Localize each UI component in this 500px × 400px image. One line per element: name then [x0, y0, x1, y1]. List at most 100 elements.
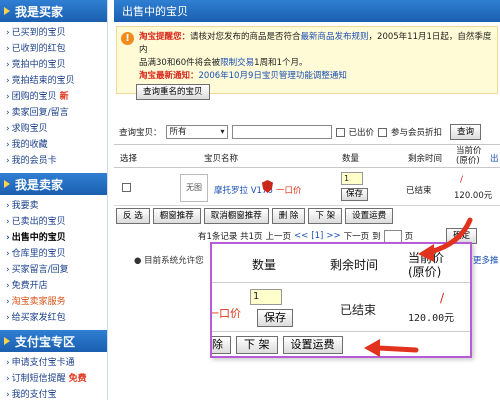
notice-text: 品满30和60件将会被 — [139, 58, 221, 68]
sidebar-item[interactable]: › 免费开店 — [6, 278, 107, 294]
category-select[interactable]: 所有 — [165, 125, 228, 139]
search-input[interactable] — [231, 125, 332, 139]
rules-link[interactable]: 最新商品发布规则 — [301, 32, 369, 42]
pager-summary: 有1条记录 共1页 — [198, 232, 263, 242]
sidebar-item-label: 竞拍结束的宝贝 — [11, 76, 75, 86]
zoom-save-button[interactable]: 保存 — [257, 309, 293, 327]
bullet-icon: › — [6, 374, 10, 384]
sidebar-item[interactable]: › 求购宝贝 — [6, 121, 107, 137]
sidebar-item[interactable]: › 仓库里的宝贝 — [6, 246, 107, 262]
sidebar-item-label: 已买到的宝贝 — [11, 28, 66, 38]
zoom-quantity-input[interactable]: 1 — [250, 289, 282, 305]
sidebar-item[interactable]: › 我的收藏 — [6, 137, 107, 153]
zoom-set-shipping-button[interactable]: 设置运费 — [282, 336, 343, 354]
query-duplicate-button[interactable]: 查询重名的宝贝 — [136, 84, 210, 100]
sidebar-item[interactable]: › 出售中的宝贝 — [6, 230, 107, 246]
sidebar-item-label: 给买家发红包 — [11, 313, 66, 323]
notice-text: 请核对您发布的商品是否符合 — [190, 32, 301, 42]
sidebar-item[interactable]: › 买家留言/回复 — [6, 262, 107, 278]
search-label: 查询宝贝： — [119, 128, 162, 138]
current-page[interactable]: [1] — [311, 231, 323, 241]
sidebar-list: › 我要卖 › 已卖出的宝贝 › 出售中的宝贝 › 仓库里的宝贝 › 买家留言/回复 › 免费开店 › 淘… — [0, 195, 107, 330]
notice-label: 淘宝提醒您： — [139, 32, 191, 42]
bullet-icon: › — [6, 44, 10, 54]
discount-label: 参与会员折扣 — [391, 128, 443, 138]
bid-checkbox[interactable] — [335, 127, 345, 137]
sidebar-section-title: 我是卖家 — [15, 177, 64, 192]
sidebar-item[interactable]: › 给买家发红包 — [6, 310, 107, 326]
sidebar-item[interactable]: › 我要卖 — [6, 198, 107, 214]
delete-button[interactable]: 删 除 — [271, 208, 306, 224]
col-price: 当前价(原价) — [456, 146, 482, 166]
sidebar-section-title: 我是买家 — [15, 4, 64, 19]
bullet-icon: › — [6, 297, 10, 307]
delist-button[interactable]: 下 架 — [308, 208, 343, 224]
sidebar-item[interactable]: › 申请支付宝卡通 — [6, 355, 107, 371]
notice-label: 淘宝最新通知： — [139, 71, 199, 81]
sidebar-item-label: 订制短信提醒 — [11, 374, 66, 384]
prev-page[interactable]: 上一页 — [266, 230, 292, 242]
notice-text: 1周和1个月。 — [254, 58, 308, 68]
showcase-button[interactable]: 橱窗推荐 — [152, 208, 201, 224]
sidebar-item[interactable]: › 已买到的宝贝 — [6, 25, 107, 41]
page-title: 出售中的宝贝 — [114, 0, 500, 22]
sidebar-section-header[interactable]: 我是卖家 — [0, 173, 107, 195]
bullet-icon: › — [6, 140, 10, 150]
sidebar-section-title: 支付宝专区 — [15, 334, 76, 349]
sidebar-item-label: 买家留言/回复 — [11, 265, 69, 275]
bullet-icon: › — [6, 92, 10, 102]
quantity-input[interactable]: 1 — [341, 172, 363, 185]
zoom-row: 一口价 1 保存 已结束 / 120.00元 — [212, 282, 470, 332]
price-value: 120.00元 — [454, 191, 493, 201]
bullet-icon: › — [6, 265, 10, 275]
bullet-icon: › — [6, 60, 10, 70]
cancel-showcase-button[interactable]: 取消橱窗推荐 — [203, 208, 269, 224]
row-checkbox[interactable] — [122, 183, 131, 192]
page-input[interactable] — [383, 229, 402, 243]
sidebar-item[interactable]: › 淘宝卖家服务 — [6, 294, 107, 310]
bullet-icon: › — [6, 76, 10, 86]
query-button[interactable]: 查询 — [450, 124, 482, 140]
restrict-link[interactable]: 限制交易 — [220, 58, 254, 68]
discount-checkbox[interactable] — [378, 127, 388, 137]
fixed-price-label: 一口价 — [276, 186, 302, 196]
bullet-icon: › — [6, 201, 10, 211]
action-toolbar: 反 选 橱窗推荐 取消橱窗推荐 删 除 下 架 设置运费 — [116, 208, 394, 224]
col-remaining: 剩余时间 — [408, 154, 443, 164]
bullet-icon: › — [6, 124, 10, 134]
warning-icon: ! — [121, 32, 134, 45]
sidebar-item-label: 卖家回复/留言 — [11, 108, 69, 118]
next-page[interactable]: 下一页 — [344, 230, 370, 242]
sidebar-item[interactable]: › 竞拍结束的宝贝 — [6, 73, 107, 89]
sidebar-item-label: 我的收藏 — [11, 140, 48, 150]
zoom-edit-price-icon[interactable]: / — [440, 291, 444, 305]
sidebar-section-header[interactable]: 支付宝专区 — [0, 330, 107, 352]
alipay-section-arrow-icon — [4, 337, 10, 345]
col-name: 宝贝名称 — [204, 154, 239, 164]
notice-link[interactable]: 2006年10月9日宝贝管理功能调整通知 — [199, 71, 347, 81]
bullet-icon: › — [6, 390, 10, 400]
sidebar-item-label: 竞拍中的宝贝 — [11, 60, 66, 70]
sidebar-item[interactable]: › 已收到的红包 — [6, 41, 107, 57]
zoom-delist-button[interactable]: 下 架 — [236, 336, 278, 354]
edit-price-icon[interactable]: / — [460, 175, 463, 185]
sidebar-item-label: 已收到的红包 — [11, 44, 66, 54]
save-button[interactable]: 保存 — [341, 188, 369, 201]
zoom-delete-button[interactable]: 除 — [212, 336, 231, 354]
set-shipping-button[interactable]: 设置运费 — [345, 208, 394, 224]
zoom-fixed-price-label: 一口价 — [210, 307, 241, 320]
sidebar-section-header[interactable]: 我是买家 — [0, 0, 107, 22]
sidebar-item[interactable]: › 订制短信提醒 免费 — [6, 371, 107, 387]
goto-label: 到 — [372, 232, 381, 242]
sidebar-item[interactable]: › 我的支付宝 — [6, 387, 107, 400]
zoom-col-qty: 数量 — [252, 258, 277, 272]
sidebar-item[interactable]: › 我的会员卡 — [6, 153, 107, 169]
sidebar-item[interactable]: › 已卖出的宝贝 — [6, 214, 107, 230]
sidebar-item[interactable]: › 卖家回复/留言 — [6, 105, 107, 121]
new-badge: 新 — [59, 92, 69, 102]
bullet-icon: › — [6, 313, 10, 323]
bullet-icon: › — [6, 108, 10, 118]
sidebar-item[interactable]: › 竞拍中的宝贝 — [6, 57, 107, 73]
sidebar-item[interactable]: › 团购的宝贝新 — [6, 89, 107, 105]
invert-select-button[interactable]: 反 选 — [116, 208, 150, 224]
